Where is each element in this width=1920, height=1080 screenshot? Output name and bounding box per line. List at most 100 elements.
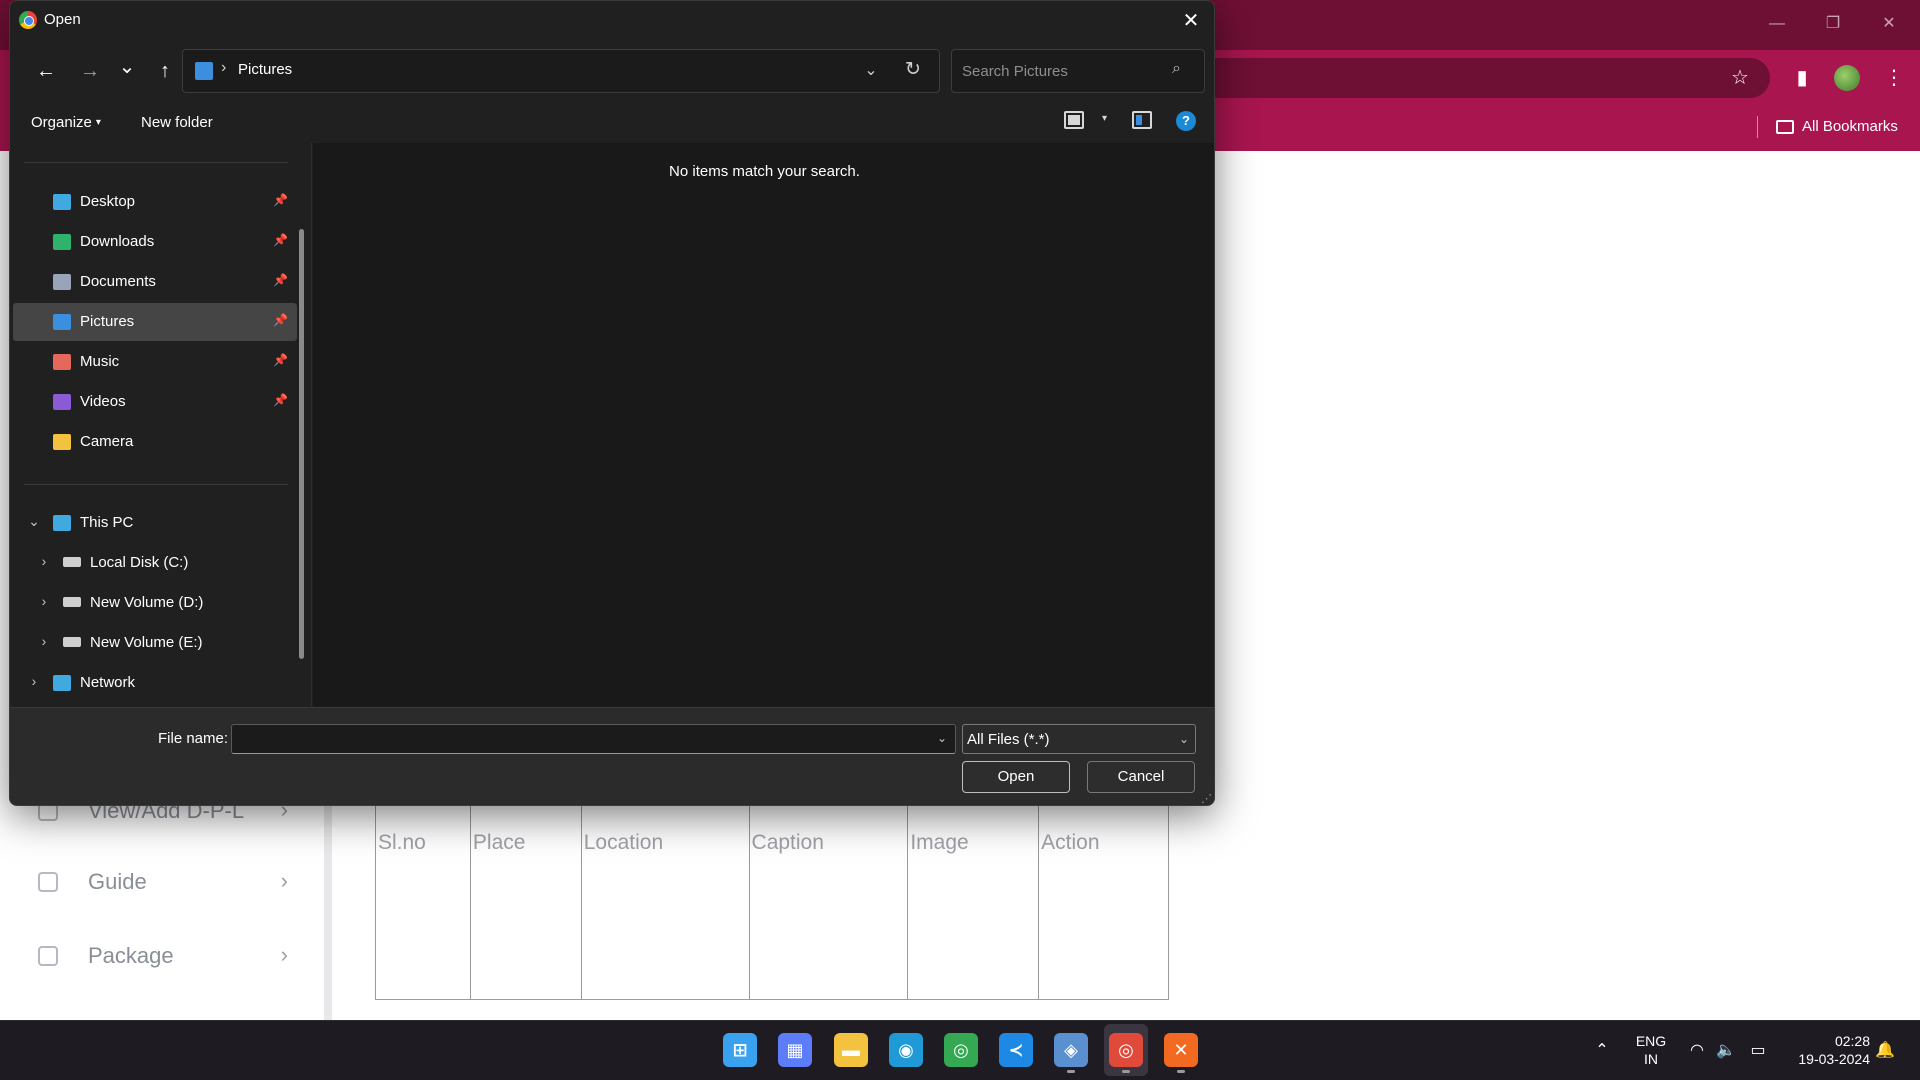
- search-box[interactable]: ⌕: [951, 49, 1205, 93]
- search-input[interactable]: [962, 60, 1162, 82]
- volume-icon[interactable]: 🔈: [1716, 1040, 1736, 1060]
- pin-icon[interactable]: 📌: [273, 273, 288, 287]
- nav-item-videos[interactable]: Videos 📌: [13, 383, 297, 421]
- nav-item-camera[interactable]: Camera: [13, 423, 297, 461]
- nav-item-desktop[interactable]: Desktop 📌: [13, 183, 297, 221]
- cancel-button[interactable]: Cancel: [1087, 761, 1195, 793]
- view-options-caret-icon[interactable]: ▾: [1102, 113, 1107, 124]
- virtualbox-icon[interactable]: ◈: [1054, 1033, 1088, 1067]
- breadcrumb-pictures[interactable]: Pictures: [238, 61, 292, 78]
- expand-chevron-icon[interactable]: ›: [37, 553, 51, 569]
- bookmark-star-icon[interactable]: ☆: [1726, 64, 1754, 92]
- nav-item-music[interactable]: Music 📌: [13, 343, 297, 381]
- pin-icon[interactable]: 📌: [273, 353, 288, 367]
- clock-time: 02:28: [1834, 1033, 1870, 1049]
- file-name-label: File name:: [158, 730, 229, 747]
- column-header: Image: [907, 800, 1040, 1000]
- chrome-app-icon: [19, 11, 37, 29]
- notification-icon[interactable]: 🔔: [1875, 1040, 1895, 1060]
- nav-item-network[interactable]: › Network: [13, 664, 297, 702]
- edge-icon[interactable]: ◉: [889, 1033, 923, 1067]
- profile-avatar[interactable]: [1834, 65, 1860, 91]
- chrome-icon[interactable]: ◎: [944, 1033, 978, 1067]
- nav-item-label: Pictures: [80, 313, 135, 330]
- close-window-button[interactable]: ✕: [1877, 12, 1901, 36]
- refresh-icon[interactable]: ↻: [901, 58, 925, 81]
- restore-button[interactable]: ❐: [1821, 12, 1845, 36]
- minimize-button[interactable]: —: [1765, 12, 1789, 36]
- folder-icon: [53, 434, 71, 450]
- list-icon: [38, 946, 58, 966]
- windows-start-icon[interactable]: ⊞: [723, 1033, 757, 1067]
- search-icon[interactable]: ⌕: [1172, 60, 1181, 78]
- sidebar-item-label: Package: [88, 943, 174, 968]
- open-file-dialog: Open ✕ ← → ⌄ ↑ › Pictures ⌄ ↻ ⌕ Organize…: [9, 0, 1215, 806]
- xampp-icon[interactable]: ✕: [1164, 1033, 1198, 1067]
- microsoft-store-icon[interactable]: ▦: [778, 1033, 812, 1067]
- pin-icon[interactable]: 📌: [273, 393, 288, 407]
- nav-item-documents[interactable]: Documents 📌: [13, 263, 297, 301]
- resize-grip-icon[interactable]: ⋰: [1201, 792, 1212, 805]
- download-icon: [53, 234, 71, 250]
- address-dropdown-icon[interactable]: ⌄: [861, 60, 881, 80]
- file-list-pane[interactable]: No items match your search.: [313, 143, 1214, 707]
- tray-overflow-chevron-icon[interactable]: ⌃: [1592, 1040, 1612, 1060]
- browser-menu-icon[interactable]: ⋮: [1880, 64, 1908, 92]
- column-header: Sl.no: [375, 800, 471, 1000]
- pin-icon[interactable]: 📌: [273, 313, 288, 327]
- file-explorer-icon[interactable]: ▬: [834, 1033, 868, 1067]
- expand-chevron-icon[interactable]: ›: [37, 593, 51, 609]
- chevron-right-icon: ›: [280, 942, 288, 967]
- chevron-right-icon: ›: [280, 868, 288, 893]
- sidebar-item-label: Guide: [88, 869, 147, 894]
- preview-pane-icon[interactable]: [1132, 111, 1152, 129]
- forward-button[interactable]: →: [76, 57, 104, 85]
- nav-item-new-volume-e[interactable]: › New Volume (E:): [13, 624, 297, 662]
- expand-chevron-icon[interactable]: ›: [27, 673, 41, 689]
- organize-button[interactable]: Organize ▾: [31, 114, 101, 131]
- file-name-dropdown-icon[interactable]: ⌄: [937, 731, 947, 745]
- list-icon: [38, 872, 58, 892]
- desktop-icon: [53, 194, 71, 210]
- up-button[interactable]: ↑: [151, 57, 179, 85]
- sidebar-item-package[interactable]: Package ›: [38, 936, 288, 976]
- nav-scrollbar[interactable]: [299, 229, 304, 659]
- nav-item-label: Downloads: [80, 233, 155, 250]
- expand-chevron-icon[interactable]: ›: [37, 633, 51, 649]
- vscode-icon[interactable]: ≺: [999, 1033, 1033, 1067]
- chrome-profile-icon[interactable]: ◎: [1109, 1033, 1143, 1067]
- back-button[interactable]: ←: [32, 57, 60, 85]
- running-indicator: [1177, 1070, 1185, 1073]
- battery-icon[interactable]: ▭: [1748, 1040, 1768, 1060]
- all-bookmarks-button[interactable]: All Bookmarks: [1776, 116, 1898, 138]
- view-mode-icon[interactable]: [1064, 111, 1084, 129]
- language-indicator[interactable]: ENG IN: [1628, 1032, 1674, 1068]
- recent-locations-button[interactable]: ⌄: [113, 53, 141, 81]
- address-bar[interactable]: › Pictures ⌄ ↻: [182, 49, 940, 93]
- pin-icon[interactable]: 📌: [273, 193, 288, 207]
- clock[interactable]: 02:28 19-03-2024: [1780, 1032, 1870, 1068]
- new-folder-button[interactable]: New folder: [141, 114, 213, 131]
- nav-item-label: New Volume (E:): [90, 634, 203, 651]
- file-type-filter[interactable]: All Files (*.*) ⌄: [962, 724, 1196, 754]
- nav-item-local-disk-c[interactable]: › Local Disk (C:): [13, 544, 297, 582]
- pin-icon[interactable]: 📌: [273, 233, 288, 247]
- nav-item-new-volume-d[interactable]: › New Volume (D:): [13, 584, 297, 622]
- document-icon: [53, 274, 71, 290]
- nav-item-label: Documents: [80, 273, 156, 290]
- address-omnibox[interactable]: [1200, 58, 1770, 98]
- side-panel-icon[interactable]: ▮: [1788, 64, 1816, 92]
- sidebar-item-guide[interactable]: Guide ›: [38, 862, 288, 902]
- dialog-close-button[interactable]: ✕: [1176, 7, 1206, 35]
- nav-item-label: New Volume (D:): [90, 594, 204, 611]
- help-icon[interactable]: ?: [1176, 111, 1196, 131]
- file-name-field[interactable]: ⌄: [231, 724, 956, 754]
- wifi-icon[interactable]: ◠: [1687, 1040, 1707, 1060]
- music-icon: [53, 354, 71, 370]
- nav-item-pictures[interactable]: Pictures 📌: [13, 303, 297, 341]
- expand-chevron-icon[interactable]: ⌄: [27, 513, 41, 530]
- open-button[interactable]: Open: [962, 761, 1070, 793]
- nav-item-downloads[interactable]: Downloads 📌: [13, 223, 297, 261]
- nav-item-this-pc[interactable]: ⌄ This PC: [13, 504, 297, 542]
- caret-down-icon: ▾: [95, 117, 101, 128]
